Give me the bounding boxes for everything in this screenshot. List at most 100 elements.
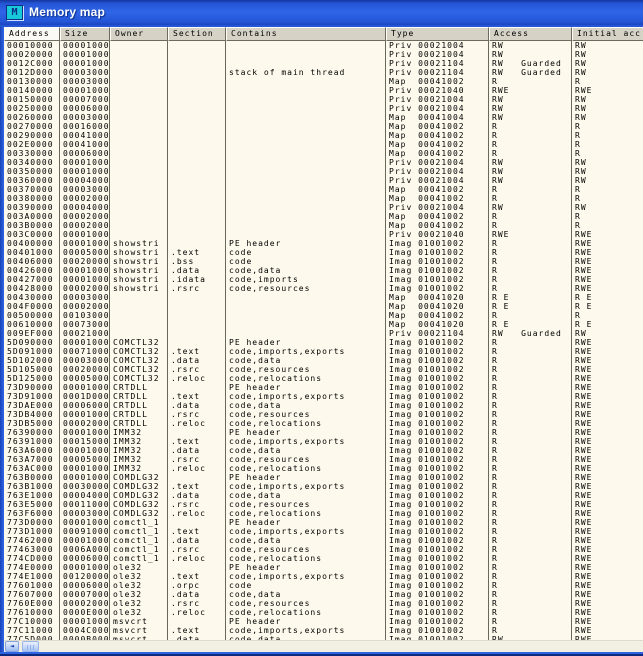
- table-row[interactable]: 003B000000002000Map 00041002RR: [4, 221, 643, 230]
- table-row[interactable]: 004F000000002000Map 00041020R ER E: [4, 302, 643, 311]
- table-row[interactable]: 0002000000001000Priv 00021004RWRW: [4, 50, 643, 59]
- table-row[interactable]: 009EF00000021000Priv 00021104RW GuardedR…: [4, 329, 643, 338]
- table-row[interactable]: 0043000000003000Map 00041020R ER E: [4, 293, 643, 302]
- table-row[interactable]: 0026000000003000Map 00041004RWRW: [4, 113, 643, 122]
- table-row[interactable]: 5D12500000005000COMCTL32.reloccode,reloc…: [4, 374, 643, 383]
- table-row[interactable]: 73D910000001D000CRTDLL.textcode,imports,…: [4, 392, 643, 401]
- table-row[interactable]: 7639000000001000IMM32PE headerImag 01001…: [4, 428, 643, 437]
- column-header-access[interactable]: Access: [489, 27, 572, 41]
- table-row[interactable]: 774E100000120000ole32.textcode,imports,e…: [4, 572, 643, 581]
- table-row[interactable]: 0042600000001000showstri.datacode,dataIm…: [4, 266, 643, 275]
- table-row[interactable]: 73DB500000002000CRTDLL.reloccode,relocat…: [4, 419, 643, 428]
- table-row[interactable]: 5D09100000071000COMCTL32.textcode,import…: [4, 347, 643, 356]
- cell-section: [168, 68, 226, 77]
- table-row[interactable]: 77C110000004C000msvcrt.textcode,imports,…: [4, 626, 643, 635]
- table-row[interactable]: 0061000000073000Map 00041020R ER E: [4, 320, 643, 329]
- table-row[interactable]: 7760700000007000ole32.datacode,dataImag …: [4, 590, 643, 599]
- table-row[interactable]: 77C1000000001000msvcrtPE headerImag 0100…: [4, 617, 643, 626]
- table-row[interactable]: 773D000000001000comctl_1PE headerImag 01…: [4, 518, 643, 527]
- cell-access: R: [489, 518, 572, 527]
- memory-map-icon[interactable]: M: [6, 5, 23, 20]
- table-row[interactable]: 73DAE00000006000CRTDLL.datacode,dataImag…: [4, 401, 643, 410]
- table-row[interactable]: 0040100000005000showstri.textcodeImag 01…: [4, 248, 643, 257]
- table-row[interactable]: 0029000000041000Map 00041002RR: [4, 131, 643, 140]
- table-row[interactable]: 774630000006A000comctl_1.rsrccode,resour…: [4, 545, 643, 554]
- table-row[interactable]: 763A600000001000IMM32.datacode,dataImag …: [4, 446, 643, 455]
- column-header-section[interactable]: Section: [168, 27, 226, 41]
- table-row[interactable]: 763E100000004000COMDLG32.datacode,dataIm…: [4, 491, 643, 500]
- cell-address: 763E1000: [4, 491, 60, 500]
- column-header-type[interactable]: Type: [386, 27, 489, 41]
- table-row[interactable]: 0040000000001000showstriPE headerImag 01…: [4, 239, 643, 248]
- table-row[interactable]: 0013000000003000Map 00041002RR: [4, 77, 643, 86]
- column-header-contains[interactable]: Contains: [226, 27, 386, 41]
- table-row[interactable]: 0042800000002000showstri.rsrccode,resour…: [4, 284, 643, 293]
- table-row[interactable]: 7639100000015000IMM32.textcode,imports,e…: [4, 437, 643, 446]
- cell-initial_access: RWE: [572, 545, 643, 554]
- table-row[interactable]: 5D10200000003000COMCTL32.datacode,dataIm…: [4, 356, 643, 365]
- cell-access: R: [489, 383, 572, 392]
- table-row[interactable]: 0038000000002000Map 00041002RR: [4, 194, 643, 203]
- table-row[interactable]: 0001000000001000Priv 00021004RWRW: [4, 41, 643, 50]
- table-row[interactable]: 774CD00000006000comctl_1.reloccode,reloc…: [4, 554, 643, 563]
- table-row[interactable]: 763AC00000001000IMM32.reloccode,relocati…: [4, 464, 643, 473]
- table-row[interactable]: 0034000000001000Priv 00021004RWRW: [4, 158, 643, 167]
- table-row[interactable]: 0012D00000003000stack of main threadPriv…: [4, 68, 643, 77]
- table-row[interactable]: 5D09000000001000COMCTL32PE headerImag 01…: [4, 338, 643, 347]
- cell-size: 00021000: [60, 329, 110, 338]
- cell-contains: code,resources: [226, 455, 386, 464]
- table-row[interactable]: 7760100000006000ole32.orpccodeImag 01001…: [4, 581, 643, 590]
- table-row[interactable]: 773D100000091000comctl_1.textcode,import…: [4, 527, 643, 536]
- table-row[interactable]: 763E500000011000COMDLG32.rsrccode,resour…: [4, 500, 643, 509]
- table-row[interactable]: 7760E00000002000ole32.rsrccode,resources…: [4, 599, 643, 608]
- table-row[interactable]: 763B000000001000COMDLG32PE headerImag 01…: [4, 473, 643, 482]
- table-row[interactable]: 73D9000000001000CRTDLLPE headerImag 0100…: [4, 383, 643, 392]
- table-row[interactable]: 0012C00000001000Priv 00021104RW GuardedR…: [4, 59, 643, 68]
- table-row[interactable]: 763B100000030000COMDLG32.textcode,import…: [4, 482, 643, 491]
- cell-section: .data: [168, 356, 226, 365]
- column-header-size[interactable]: Size: [60, 27, 110, 41]
- table-row[interactable]: 0035000000001000Priv 00021004RWRW: [4, 167, 643, 176]
- cell-size: 00001000: [60, 536, 110, 545]
- table-row[interactable]: 003A000000002000Map 00041002RR: [4, 212, 643, 221]
- cell-type: Priv 00021104: [386, 329, 489, 338]
- cell-address: 76390000: [4, 428, 60, 437]
- table-row[interactable]: 0014000000001000Priv 00021040RWERWE: [4, 86, 643, 95]
- table-row[interactable]: 0015000000007000Priv 00021004RWRW: [4, 95, 643, 104]
- table-row[interactable]: 0036000000004000Priv 00021004RWRW: [4, 176, 643, 185]
- table-row[interactable]: 0042700000001000showstri.idatacode,impor…: [4, 275, 643, 284]
- column-header-owner[interactable]: Owner: [110, 27, 168, 41]
- table-row[interactable]: 002E000000041000Map 00041002RR: [4, 140, 643, 149]
- table-row[interactable]: 776100000000E000ole32.reloccode,relocati…: [4, 608, 643, 617]
- cell-address: 77C11000: [4, 626, 60, 635]
- column-header-initial_access[interactable]: Initial acc: [572, 27, 643, 41]
- cell-initial_access: RWE: [572, 374, 643, 383]
- scrollbar-thumb[interactable]: [22, 641, 39, 652]
- table-row[interactable]: 774E000000001000ole32PE headerImag 01001…: [4, 563, 643, 572]
- table-row[interactable]: 7746200000001000comctl_1.datacode,dataIm…: [4, 536, 643, 545]
- cell-initial_access: RWE: [572, 617, 643, 626]
- cell-size: 00004000: [60, 203, 110, 212]
- cell-section: [168, 221, 226, 230]
- table-row[interactable]: 73DB400000001000CRTDLL.rsrccode,resource…: [4, 410, 643, 419]
- table-row[interactable]: 763F600000003000COMDLG32.reloccode,reloc…: [4, 509, 643, 518]
- table-row[interactable]: 763A700000005000IMM32.rsrccode,resources…: [4, 455, 643, 464]
- table-row[interactable]: 5D10500000020000COMCTL32.rsrccode,resour…: [4, 365, 643, 374]
- cell-contains: code,resources: [226, 599, 386, 608]
- cell-size: 00002000: [60, 599, 110, 608]
- cell-address: 004F0000: [4, 302, 60, 311]
- table-row[interactable]: 003C000000001000Priv 00021040RWERWE: [4, 230, 643, 239]
- table-row[interactable]: 0039000000004000Priv 00021004RWRW: [4, 203, 643, 212]
- table-row[interactable]: 0033000000006000Map 00041002RR: [4, 149, 643, 158]
- table-row[interactable]: 0050000000103000Map 00041002RR: [4, 311, 643, 320]
- column-header-address[interactable]: Address: [4, 27, 60, 41]
- table-row[interactable]: 0040600000020000showstri.bsscodeImag 010…: [4, 257, 643, 266]
- cell-section: .rsrc: [168, 545, 226, 554]
- cell-access: R: [489, 266, 572, 275]
- cell-contains: code,relocations: [226, 419, 386, 428]
- table-row[interactable]: 0025000000006000Priv 00021004RWRW: [4, 104, 643, 113]
- table-row[interactable]: 0027000000016000Map 00041002RR: [4, 122, 643, 131]
- scroll-left-button[interactable]: ◄: [5, 641, 19, 652]
- table-row[interactable]: 0037000000003000Map 00041002RR: [4, 185, 643, 194]
- window-titlebar[interactable]: M Memory map: [0, 0, 643, 25]
